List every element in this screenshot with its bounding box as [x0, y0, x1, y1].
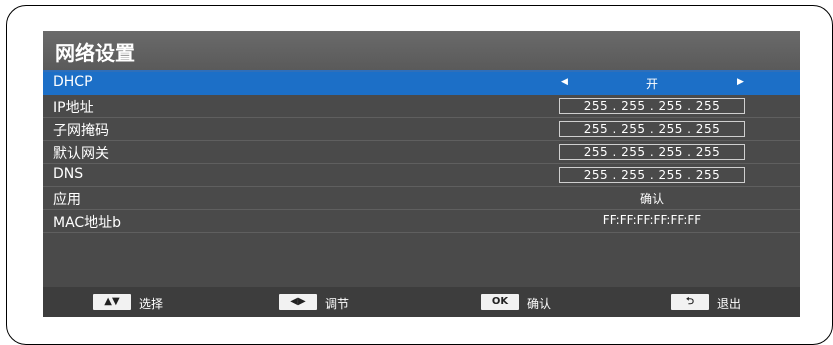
subnet-mask-label: 子网掩码 — [53, 123, 109, 139]
up-down-key-icon: ▲▼ — [93, 294, 131, 310]
footer-hint-bar: ▲▼ 选择 ◀▶ 调节 OK 确认 ⮌ 退出 — [43, 287, 800, 317]
adjust-hint: 调节 — [325, 297, 350, 311]
exit-hint: 退出 — [717, 297, 742, 311]
dns-label: DNS — [53, 166, 84, 182]
apply-row[interactable]: 应用 确认 — [43, 187, 800, 210]
default-gateway-field[interactable]: 255 . 255 . 255 . 255 — [559, 144, 745, 160]
apply-label: 应用 — [53, 192, 81, 208]
default-gateway-row[interactable]: 默认网关 255 . 255 . 255 . 255 — [43, 141, 800, 164]
ok-key-icon: OK — [481, 294, 519, 310]
arrow-right-icon[interactable]: ▶ — [737, 77, 744, 87]
dhcp-row[interactable]: DHCP ◀ 开 ▶ — [43, 72, 800, 95]
subnet-mask-row[interactable]: 子网掩码 255 . 255 . 255 . 255 — [43, 118, 800, 141]
dhcp-label: DHCP — [53, 74, 93, 90]
confirm-value[interactable]: 确认 — [559, 190, 745, 207]
dhcp-value: 开 — [645, 77, 658, 91]
mac-address-row: MAC地址b FF:FF:FF:FF:FF:FF — [43, 210, 800, 233]
network-settings-panel: 网络设置 DHCP ◀ 开 ▶ IP地址 255 . 255 . 255 . 2… — [43, 31, 800, 317]
dns-row[interactable]: DNS 255 . 255 . 255 . 255 — [43, 164, 800, 187]
ip-address-label: IP地址 — [53, 100, 94, 116]
ip-address-field[interactable]: 255 . 255 . 255 . 255 — [559, 98, 745, 114]
back-key-icon: ⮌ — [671, 294, 709, 310]
dns-field[interactable]: 255 . 255 . 255 . 255 — [559, 167, 745, 183]
default-gateway-label: 默认网关 — [53, 146, 109, 162]
page-title: 网络设置 — [55, 41, 135, 65]
select-hint: 选择 — [139, 297, 164, 311]
mac-address-label: MAC地址b — [53, 215, 122, 231]
ip-address-row[interactable]: IP地址 255 . 255 . 255 . 255 — [43, 95, 800, 118]
mac-address-value: FF:FF:FF:FF:FF:FF — [602, 213, 702, 227]
subnet-mask-field[interactable]: 255 . 255 . 255 . 255 — [559, 121, 745, 137]
title-bar: 网络设置 — [43, 31, 800, 72]
confirm-hint: 确认 — [527, 297, 552, 311]
left-right-key-icon: ◀▶ — [279, 294, 317, 310]
